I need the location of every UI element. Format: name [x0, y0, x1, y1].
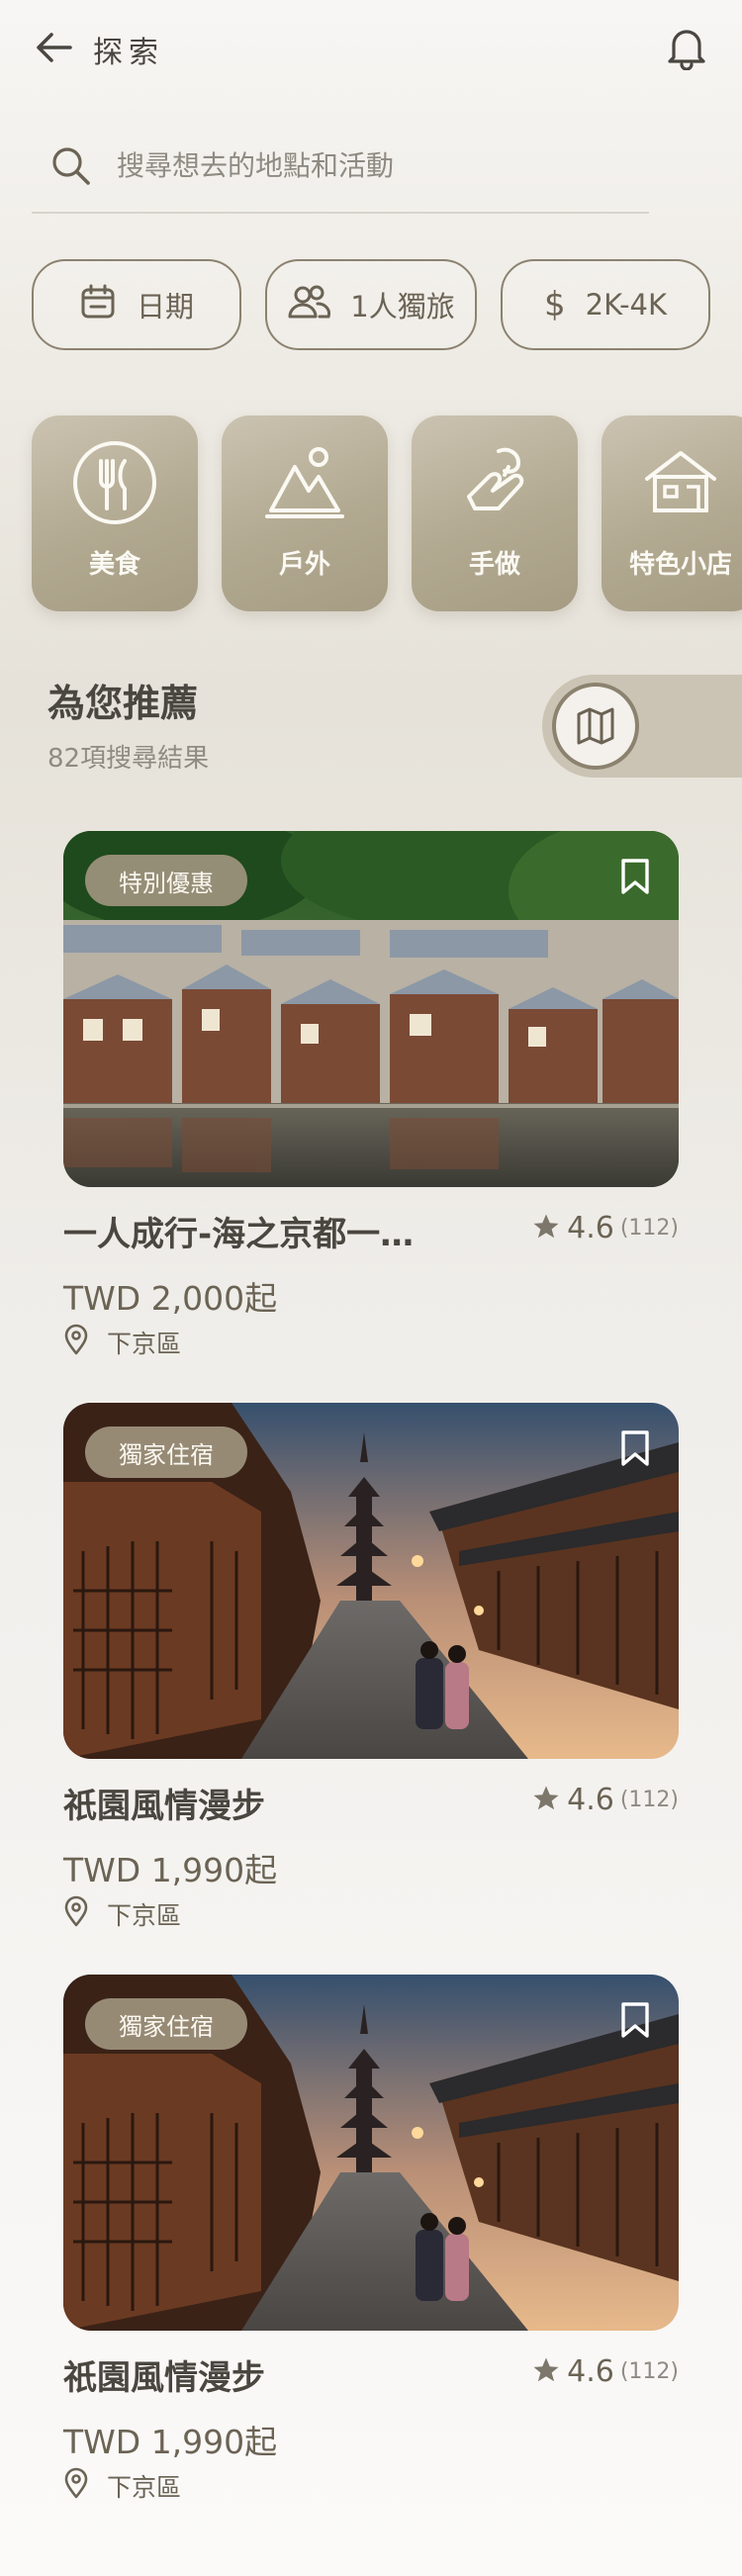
bookmark-icon[interactable] [613, 855, 657, 898]
category-shops[interactable]: 特色小店 [602, 415, 742, 611]
mountain-icon [222, 437, 388, 528]
activity-name: 一人成行-海之京都一… [63, 1215, 415, 1254]
budget-filter-chip[interactable]: $ 2K-4K [501, 259, 710, 350]
rating: 4.6 (112) [531, 1211, 679, 1245]
activity-price: TWD 1,990起 [63, 2423, 278, 2461]
back-arrow-icon[interactable] [30, 26, 79, 69]
travelers-filter-label: 1人獨旅 [350, 290, 455, 323]
search-bar [32, 133, 649, 214]
activity-price: TWD 2,000起 [63, 1279, 278, 1318]
travelers-filter-chip[interactable]: 1人獨旅 [265, 259, 477, 350]
review-count: (112) [619, 1216, 679, 1241]
search-icon [49, 144, 93, 192]
star-icon [531, 1212, 561, 1245]
category-outdoor-label: 戶外 [278, 550, 330, 580]
bell-icon[interactable] [661, 22, 712, 73]
rating: 4.6 (112) [531, 1783, 679, 1817]
review-count: (112) [619, 2359, 679, 2384]
location-label: 下京區 [107, 1330, 182, 1358]
location-pin-icon [63, 1895, 89, 1933]
star-icon [531, 1784, 561, 1817]
star-icon [531, 2355, 561, 2389]
rating-value: 4.6 [567, 1783, 614, 1817]
section-title: 為您推薦 [47, 682, 199, 725]
shop-icon [602, 437, 742, 528]
activity-location: 下京區 [63, 1324, 181, 1361]
location-label: 下京區 [107, 1901, 182, 1930]
category-handcraft-label: 手做 [468, 550, 520, 580]
bookmark-icon[interactable] [613, 1998, 657, 2042]
map-icon[interactable] [552, 683, 639, 770]
activity-name: 祇園風情漫步 [63, 2358, 265, 2398]
people-icon [287, 284, 331, 326]
rating: 4.6 (112) [531, 2354, 679, 2389]
result-count: 82項搜尋結果 [47, 744, 210, 774]
date-filter-label: 日期 [136, 290, 194, 323]
activity-location: 下京區 [63, 1895, 181, 1933]
bookmark-icon[interactable] [613, 1426, 657, 1470]
calendar-icon [79, 283, 117, 327]
category-food[interactable]: 美食 [32, 415, 198, 611]
map-toggle[interactable] [542, 675, 742, 778]
category-shops-label: 特色小店 [628, 550, 732, 580]
review-count: (112) [619, 1788, 679, 1812]
location-label: 下京區 [107, 2473, 182, 2502]
budget-filter-label: 2K-4K [585, 288, 667, 322]
location-pin-icon [63, 2467, 89, 2505]
dollar-icon: $ [544, 285, 566, 324]
fork-knife-icon [32, 437, 198, 528]
page-title: 探索 [93, 36, 164, 70]
activity-price: TWD 1,990起 [63, 1851, 278, 1889]
location-pin-icon [63, 1324, 89, 1361]
handcraft-icon [412, 437, 578, 528]
date-filter-chip[interactable]: 日期 [32, 259, 241, 350]
rating-value: 4.6 [567, 2354, 614, 2389]
category-outdoor[interactable]: 戶外 [222, 415, 388, 611]
top-bar: 探索 [0, 0, 742, 95]
category-handcraft[interactable]: 手做 [412, 415, 578, 611]
rating-value: 4.6 [567, 1211, 614, 1245]
activity-name: 祇園風情漫步 [63, 1787, 265, 1826]
category-food-label: 美食 [88, 550, 140, 580]
activity-location: 下京區 [63, 2467, 181, 2505]
exclusive-badge: 獨家住宿 [85, 1998, 247, 2050]
promo-badge: 特別優惠 [85, 855, 247, 906]
search-input[interactable] [117, 142, 631, 188]
exclusive-badge: 獨家住宿 [85, 1426, 247, 1478]
